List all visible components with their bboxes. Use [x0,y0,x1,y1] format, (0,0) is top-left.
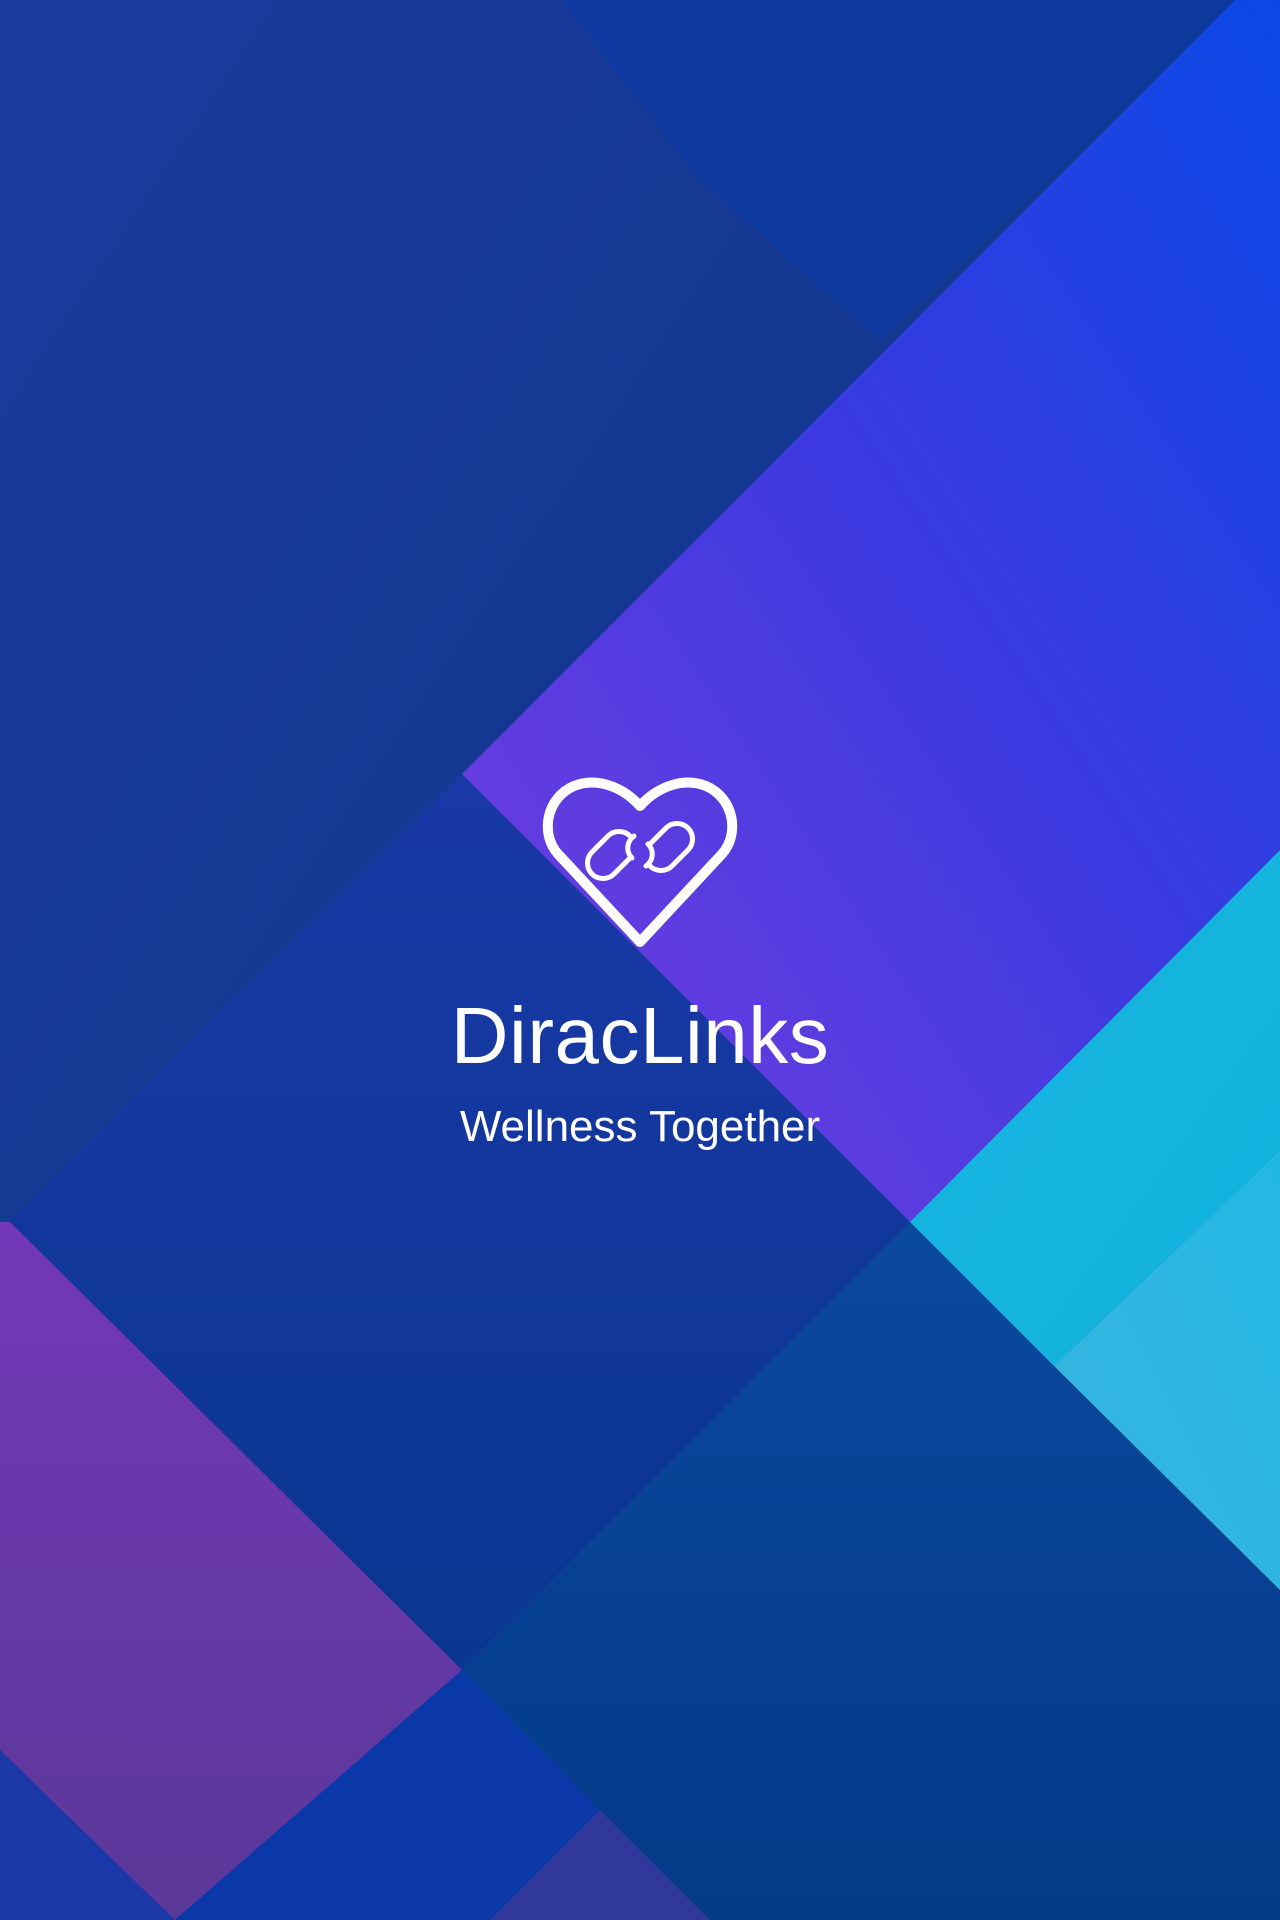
splash-brand: DiracLinks Wellness Together [0,770,1280,1154]
app-name: DiracLinks [450,991,830,1080]
heart-with-chain-link-icon [542,777,738,947]
tagline: Wellness Together [459,1102,821,1151]
